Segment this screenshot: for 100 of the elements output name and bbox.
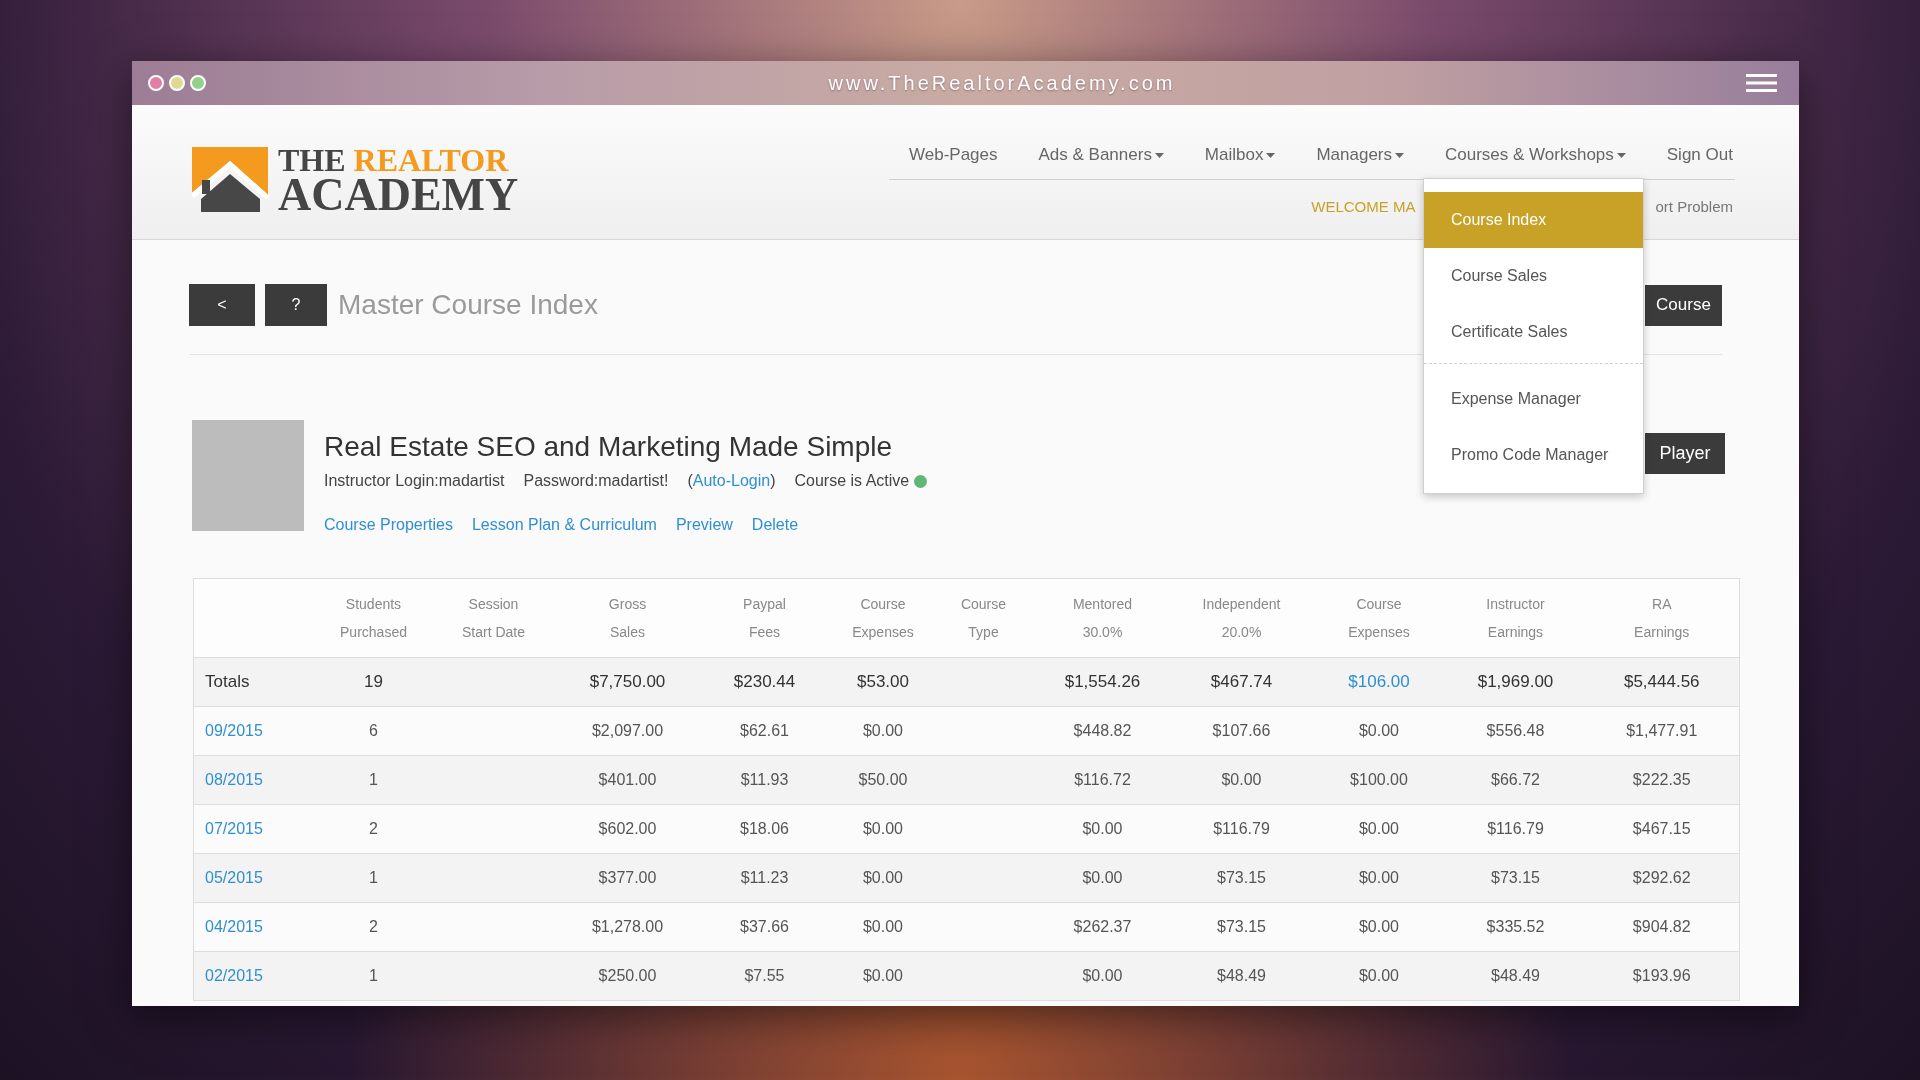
maximize-button[interactable] [190,75,206,91]
table-cell: $73.15 [1491,869,1540,886]
menu-item[interactable]: Course Sales [1424,248,1643,304]
table-cell: 1 [369,869,378,886]
table-cell: $7,750.00 [589,672,666,692]
close-button[interactable] [148,75,164,91]
table-cell: $467.74 [1210,672,1273,692]
table-cell: $7.55 [744,967,785,984]
header-link[interactable]: ort Problem [1655,197,1733,217]
table-cell: $230.44 [733,672,796,692]
logo-text: THE [278,145,346,175]
table-cell: $0.00 [1221,771,1262,788]
nav-link[interactable]: Web-Pages [909,141,998,169]
table-cell: $2,097.00 [591,722,664,739]
table-cell: Totals [205,672,250,692]
table-link[interactable]: 05/2015 [205,869,263,886]
table-cell: $250.00 [598,967,657,984]
player-button[interactable]: Player [1645,433,1725,474]
nav-link[interactable]: Sign Out [1666,141,1733,169]
course-button[interactable]: Course [1645,284,1722,326]
instructor-login-text: Instructor Login:madartist [324,471,505,491]
table-cell: $116.72 [1074,771,1131,788]
page-title: Master Course Index [338,288,598,322]
table-link[interactable]: 08/2015 [205,771,263,788]
table-cell: $5,444.56 [1623,672,1700,692]
table-cell: $448.82 [1073,722,1132,739]
table-cell: 1 [369,967,378,984]
table-link[interactable]: 07/2015 [205,820,263,837]
menu-icon[interactable] [1746,74,1777,92]
table-cell: $0.00 [862,918,903,935]
table-cell: $0.00 [1358,967,1399,984]
table-cell: $66.72 [1491,771,1540,788]
minimize-button[interactable] [169,75,185,91]
course-link[interactable]: Delete [751,514,799,536]
table-link[interactable]: $106.00 [1348,672,1410,692]
house-logo-icon [192,145,270,213]
table-cell: $107.66 [1212,722,1271,739]
table-cell: 1 [369,771,378,788]
table-cell: $377.00 [598,869,657,886]
table-cell: $37.66 [740,918,789,935]
column-header: Gross Sales [608,595,647,642]
table-cell: $53.00 [857,672,909,692]
table-cell: $292.62 [1632,869,1691,886]
status-text: Course is Active [794,471,910,491]
help-button[interactable]: ? [265,284,327,326]
table-cell: $0.00 [862,820,903,837]
table-cell: $0.00 [1082,967,1123,984]
column-header: Course Expenses [852,595,914,642]
table-cell: $50.00 [858,771,908,788]
nav-link[interactable]: Ads & Banners [1038,141,1164,169]
course-link[interactable]: Lesson Plan & Curriculum [471,514,657,536]
menu-item[interactable]: Certificate Sales [1424,304,1643,360]
table-cell: $401.00 [598,771,657,788]
table-cell: $1,278.00 [591,918,664,935]
table-cell: $0.00 [1358,918,1399,935]
table-cell: 2 [369,820,378,837]
table-cell: $1,477.91 [1626,722,1698,739]
table-cell: $0.00 [862,722,903,739]
table-cell: $0.00 [1082,869,1123,886]
table-link[interactable]: 04/2015 [205,918,263,935]
table-cell: $0.00 [862,967,903,984]
table-cell: 6 [369,722,378,739]
table-cell: $11.93 [740,771,789,788]
password-text: Password:madartist! [523,471,669,491]
table-cell: $467.15 [1632,820,1691,837]
nav-link[interactable]: Managers [1316,141,1405,169]
table-cell: $48.49 [1217,967,1266,984]
column-header: Session Start Date [462,595,525,642]
menu-item[interactable]: Expense Manager [1424,371,1643,427]
table-cell: $0.00 [1358,869,1399,886]
logo-text: ACADEMY [278,175,519,215]
back-button[interactable]: < [189,284,255,326]
table-cell: $904.82 [1632,918,1691,935]
table-cell: $73.15 [1217,869,1266,886]
nav-link[interactable]: Courses & Workshops [1445,141,1626,169]
table-cell: $11.23 [740,869,789,886]
table-cell: 2 [369,918,378,935]
table-link[interactable]: 09/2015 [205,722,263,739]
table-cell: $602.00 [598,820,657,837]
course-title: Real Estate SEO and Marketing Made Simple [324,430,894,464]
table-cell: $262.37 [1073,918,1132,935]
table-cell: $73.15 [1217,918,1266,935]
column-header: Mentored 30.0% [1072,595,1133,642]
course-link[interactable]: Preview [675,514,733,536]
table-link[interactable]: 02/2015 [205,967,263,984]
menu-item[interactable]: Promo Code Manager [1424,427,1643,483]
column-header: RA Earnings [1634,595,1690,642]
logo-text: REALTOR [353,145,509,175]
table-cell: $1,554.26 [1064,672,1141,692]
table-cell: $556.48 [1486,722,1545,739]
column-header: Paypal Fees [743,595,786,642]
nav-link[interactable]: Mailbox [1204,141,1276,169]
table-cell: $116.79 [1487,820,1544,837]
table-cell: $116.79 [1213,820,1270,837]
course-link[interactable]: Course Properties [324,514,453,536]
column-header: Course Type [960,595,1007,642]
auto-login-link[interactable]: (Auto-Login) [687,470,776,492]
table-cell: $0.00 [1358,722,1399,739]
url-text: www.TheRealtorAcademy.com [828,71,1176,96]
table-cell: $18.06 [740,820,789,837]
